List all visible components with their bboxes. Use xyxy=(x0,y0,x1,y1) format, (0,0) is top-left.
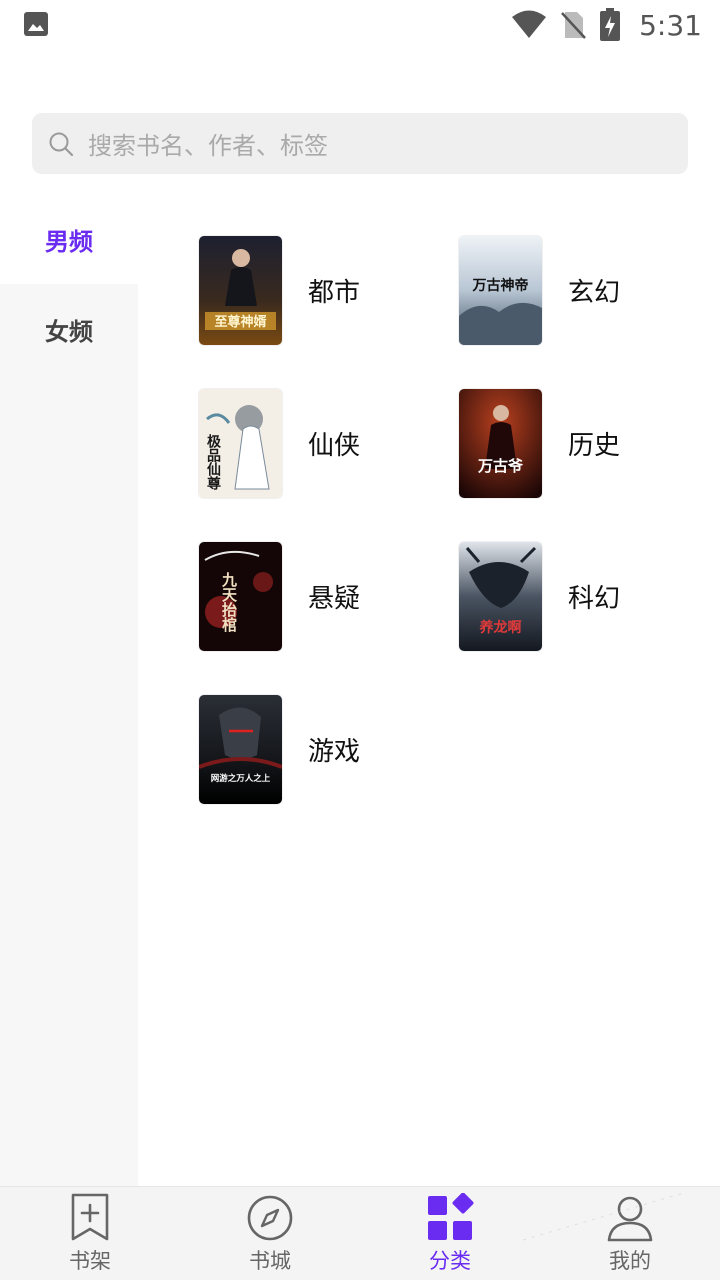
svg-text:极品仙尊: 极品仙尊 xyxy=(205,433,221,491)
book-cover: 至尊神婿 xyxy=(199,236,282,345)
svg-text:养龙啊: 养龙啊 xyxy=(479,619,522,636)
no-sim-icon xyxy=(561,12,587,39)
nav-label: 书城 xyxy=(249,1249,291,1273)
search-placeholder: 搜索书名、作者、标签 xyxy=(88,132,328,160)
category-label: 科幻 xyxy=(568,584,621,614)
battery-charging-icon xyxy=(600,8,621,41)
nav-label: 分类 xyxy=(429,1249,471,1273)
category-item-lishi[interactable]: 万古爷 历史 xyxy=(459,389,620,498)
svg-text:九天抬棺: 九天抬棺 xyxy=(220,571,238,633)
category-item-xuanhuan[interactable]: 万古神帝 玄幻 xyxy=(459,236,620,345)
svg-text:万古神帝: 万古神帝 xyxy=(472,277,529,294)
nav-label: 书架 xyxy=(69,1249,111,1273)
category-label: 游戏 xyxy=(308,737,361,767)
book-cover: 万古神帝 xyxy=(459,236,542,345)
nav-category[interactable]: 分类 xyxy=(360,1187,540,1280)
category-item-xianxia[interactable]: 极品仙尊 仙侠 xyxy=(199,389,360,498)
wifi-icon xyxy=(512,10,547,38)
book-cover: 九天抬棺 xyxy=(199,542,282,651)
status-time: 5:31 xyxy=(639,8,702,42)
search-icon xyxy=(49,132,74,156)
svg-text:万古爷: 万古爷 xyxy=(477,457,524,475)
search-input[interactable]: 搜索书名、作者、标签 xyxy=(32,113,688,174)
category-icon xyxy=(428,1193,474,1240)
category-item-youxi[interactable]: 网游之万人之上 游戏 xyxy=(199,695,360,804)
category-label: 都市 xyxy=(308,278,361,308)
category-label: 仙侠 xyxy=(308,431,361,461)
book-cover: 网游之万人之上 xyxy=(199,695,282,804)
book-cover: 万古爷 xyxy=(459,389,542,498)
svg-text:至尊神婿: 至尊神婿 xyxy=(214,314,267,330)
tab-male-channel[interactable]: 男频 xyxy=(0,194,138,284)
category-item-kehuan[interactable]: 养龙啊 科幻 xyxy=(459,542,620,651)
category-item-dushi[interactable]: 至尊神婿 都市 xyxy=(199,236,360,345)
watermark-mark xyxy=(522,1191,688,1241)
nav-bookstore[interactable]: 书城 xyxy=(180,1187,360,1280)
category-item-xuanyi[interactable]: 九天抬棺 悬疑 xyxy=(199,542,360,651)
image-icon xyxy=(24,12,48,36)
book-cover: 极品仙尊 xyxy=(199,389,282,498)
category-label: 悬疑 xyxy=(308,584,361,614)
channel-sidebar: 男频 女频 xyxy=(0,194,138,1186)
category-label: 玄幻 xyxy=(568,278,621,308)
svg-text:网游之万人之上: 网游之万人之上 xyxy=(211,773,271,784)
nav-bookshelf[interactable]: 书架 xyxy=(0,1187,180,1280)
category-label: 历史 xyxy=(568,431,621,461)
book-cover: 养龙啊 xyxy=(459,542,542,651)
compass-icon xyxy=(247,1195,293,1241)
status-bar: 5:31 xyxy=(0,0,720,50)
status-icons: 5:31 xyxy=(511,6,702,44)
tab-female-channel[interactable]: 女频 xyxy=(0,284,138,374)
bookmark-icon xyxy=(71,1193,109,1241)
